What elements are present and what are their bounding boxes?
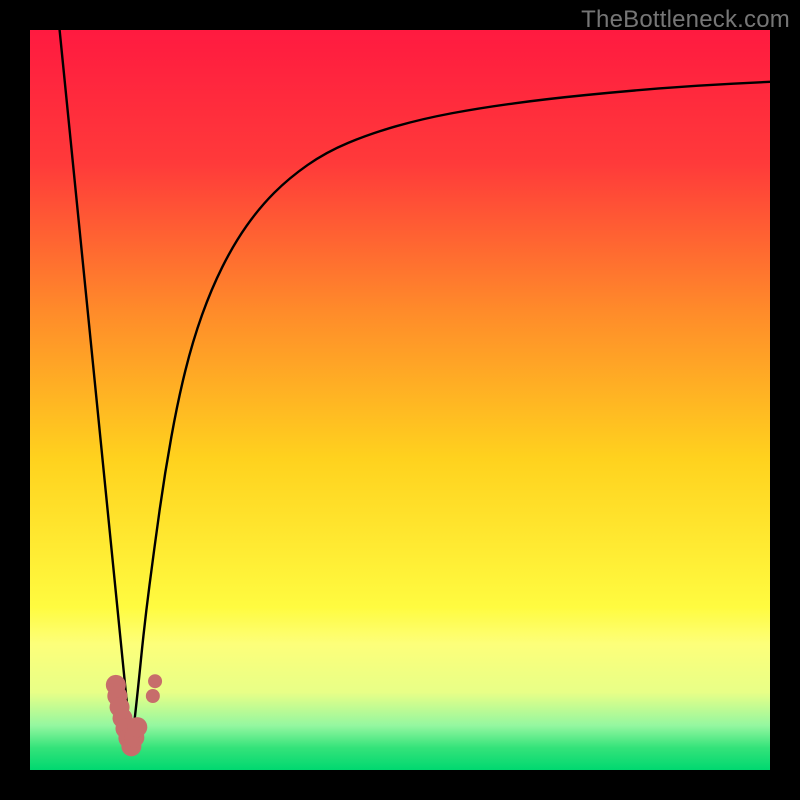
marker-dot [148, 674, 162, 688]
chart-svg [30, 30, 770, 770]
marker-dot [146, 689, 160, 703]
plot-area [30, 30, 770, 770]
marker-dot [127, 717, 147, 737]
chart-frame: TheBottleneck.com [0, 0, 800, 800]
